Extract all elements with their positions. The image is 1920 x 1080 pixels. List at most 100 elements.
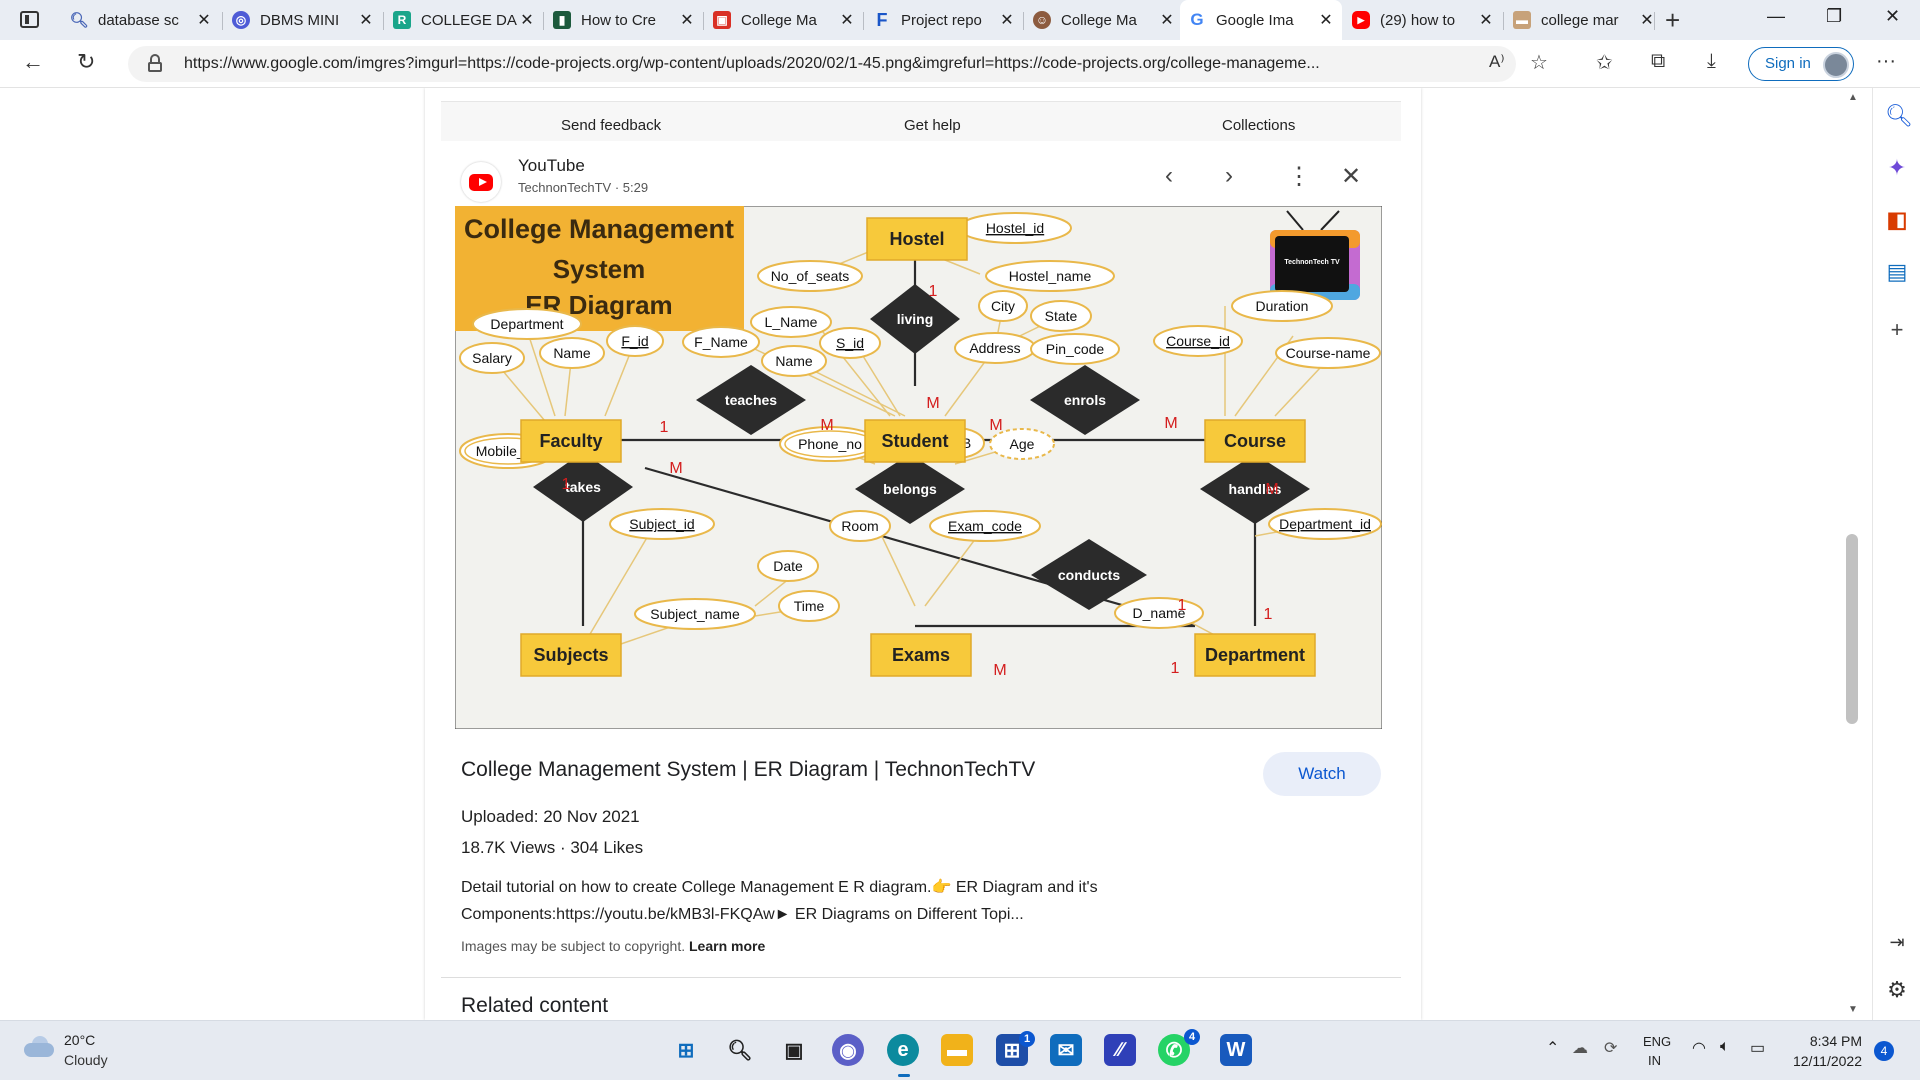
previous-image-icon[interactable]: ‹ [1165,162,1173,190]
onedrive-icon[interactable]: ☁ [1572,1038,1588,1058]
close-tab-icon[interactable]: ✕ [1159,10,1175,30]
restore-icon[interactable]: ❐ [1826,6,1842,27]
svg-text:Name: Name [775,353,813,369]
watch-button[interactable]: Watch [1263,752,1381,796]
address-bar[interactable]: https://www.google.com/imgres?imgurl=htt… [128,46,1516,82]
sync-icon[interactable]: ⟳ [1604,1038,1617,1058]
new-tab-icon[interactable]: + [1665,5,1680,36]
attribute-duration: Duration [1231,290,1333,322]
attribute-f-id: F_id [606,325,664,357]
scroll-down-icon[interactable]: ▼ [1848,1004,1858,1015]
learn-more-link[interactable]: Learn more [689,938,765,954]
close-tab-icon[interactable]: ✕ [999,10,1015,30]
notification-count[interactable]: 4 [1874,1041,1894,1061]
language-indicator[interactable]: ENG [1643,1034,1671,1049]
more-actions-icon[interactable]: ⋮ [1287,162,1311,191]
close-tab-icon[interactable]: ✕ [1478,10,1494,30]
hide-sidebar-icon[interactable]: ⇥ [1885,930,1909,954]
tab-project-report[interactable]: F Project repo ✕ [865,5,1023,35]
video-description: Detail tutorial on how to create College… [461,874,1361,928]
more-options-icon[interactable]: ··· [1876,50,1896,73]
read-aloud-icon[interactable]: A⁾ [1489,52,1505,72]
tab-college-ma-avatar[interactable]: ☺ College Ma ✕ [1025,5,1183,35]
close-tab-icon[interactable]: ✕ [196,10,212,30]
back-icon[interactable]: ← [22,49,44,75]
cloud-icon[interactable] [22,1035,56,1057]
weather-condition[interactable]: Cloudy [64,1052,108,1068]
tab-youtube-how-to[interactable]: ▶ (29) how to ✕ [1344,5,1502,35]
wifi-icon[interactable]: ◠ [1692,1038,1706,1058]
svg-text:Salary: Salary [472,350,512,366]
mail-icon[interactable]: ✉ [1050,1034,1082,1066]
add-sidebar-app-icon[interactable]: + [1885,318,1909,342]
weather-temperature[interactable]: 20°C [64,1032,95,1048]
tab-google-images[interactable]: G Google Ima ✕ [1180,0,1342,40]
collections-link[interactable]: Collections [1222,117,1295,134]
minimize-icon[interactable]: — [1767,6,1785,27]
tab-database-schema[interactable]: 🔍︎ database sc ✕ [62,5,220,35]
clock-time[interactable]: 8:34 PM [1796,1033,1862,1049]
clock-date[interactable]: 12/11/2022 [1780,1053,1862,1069]
task-view-icon[interactable]: ▣ [778,1034,810,1066]
er-diagram-image[interactable]: College Management System ER Diagram Tec… [455,206,1382,729]
lock-icon[interactable] [148,54,162,72]
tab-college-ma-slides[interactable]: ▣ College Ma ✕ [705,5,863,35]
outlook-icon[interactable]: ▤ [1885,260,1909,284]
sign-in-button[interactable]: Sign in [1748,47,1854,81]
volume-icon[interactable]: 🔈︎ [1720,1038,1730,1056]
show-hidden-icons-icon[interactable]: ⌃ [1546,1038,1559,1058]
downloads-icon[interactable]: ⤓ [1707,50,1716,73]
scrollbar-thumb[interactable] [1846,534,1858,724]
word-icon[interactable]: W [1220,1034,1252,1066]
next-image-icon[interactable]: › [1225,162,1233,190]
region-indicator[interactable]: IN [1648,1053,1661,1068]
tab-college-mar[interactable]: ▬ college mar ✕ [1505,5,1663,35]
attribute-student-name: Name [761,345,827,377]
browser-toolbar: ← ↻ https://www.google.com/imgres?imgurl… [0,40,1920,88]
close-tab-icon[interactable]: ✕ [519,10,535,30]
refresh-icon[interactable]: ↻ [77,49,95,75]
favorites-icon[interactable]: ✩ [1596,50,1613,75]
edge-icon[interactable]: e [887,1034,919,1066]
page-scrollbar[interactable]: ▲ ▼ [1840,88,1866,1020]
entity-faculty: Faculty [520,419,622,463]
tab-title: Project repo [901,11,982,29]
url-text[interactable]: https://www.google.com/imgres?imgurl=htt… [184,55,1474,73]
office-icon[interactable]: ◧ [1885,208,1909,232]
source-channel: TechnonTechTV · 5:29 [518,180,649,195]
tab-actions-icon[interactable] [20,11,39,28]
svg-text:Phone_no: Phone_no [798,436,862,452]
scroll-up-icon[interactable]: ▲ [1848,92,1858,103]
file-explorer-icon[interactable]: ▬ [941,1034,973,1066]
close-tab-icon[interactable]: ✕ [358,10,374,30]
get-help-link[interactable]: Get help [904,117,961,134]
copilot-icon[interactable]: ✦ [1885,156,1909,180]
divider [441,977,1401,978]
attribute-salary: Salary [459,342,525,374]
tab-college-da[interactable]: R COLLEGE DA ✕ [385,5,543,35]
battery-icon[interactable]: ▭ [1750,1038,1765,1058]
search-icon[interactable]: 🔍︎ [1885,104,1913,128]
video-title[interactable]: College Management System | ER Diagram |… [461,758,1035,782]
start-icon[interactable]: ⊞ [670,1034,702,1066]
close-tab-icon[interactable]: ✕ [1318,10,1334,30]
svg-text:teaches: teaches [725,392,777,408]
tab-dbms-mini[interactable]: ◎ DBMS MINI ✕ [224,5,382,35]
close-tab-icon[interactable]: ✕ [679,10,695,30]
vscode-icon[interactable]: ∕∕ [1104,1034,1136,1066]
close-panel-icon[interactable]: ✕ [1341,162,1361,191]
svg-text:Exams: Exams [892,645,950,665]
close-window-icon[interactable]: ✕ [1885,6,1900,27]
youtube-logo-icon[interactable] [461,162,501,202]
attribute-l-name: L_Name [750,306,832,338]
add-favorite-icon[interactable]: ☆ [1530,50,1548,75]
settings-gear-icon[interactable]: ⚙ [1885,978,1909,1002]
search-icon[interactable]: 🔍︎ [724,1034,756,1066]
send-feedback-link[interactable]: Send feedback [561,117,661,134]
tab-how-to-create[interactable]: ▮ How to Cre ✕ [545,5,703,35]
close-tab-icon[interactable]: ✕ [839,10,855,30]
collections-icon[interactable]: ⧉ [1651,50,1665,73]
source-name[interactable]: YouTube [518,156,585,176]
chat-icon[interactable]: ◉ [832,1034,864,1066]
close-tab-icon[interactable]: ✕ [1639,10,1655,30]
